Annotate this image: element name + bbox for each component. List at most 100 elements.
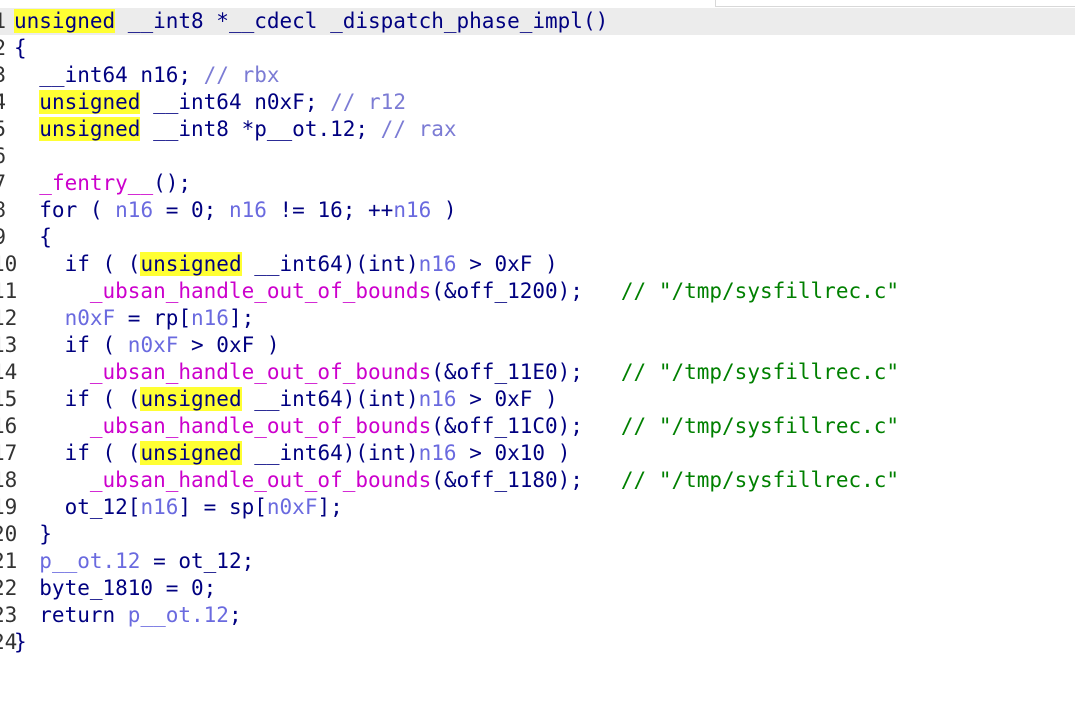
variable: n16 <box>191 306 229 330</box>
code-line[interactable]: 13 if ( n0xF > 0xF ) <box>0 332 1075 359</box>
comment: // r12 <box>330 90 406 114</box>
code-content: byte_1810 = 0; <box>14 575 216 602</box>
code-content: } <box>14 521 52 548</box>
comment: // rbx <box>203 63 280 87</box>
line-number: 23 <box>0 603 18 627</box>
code-content: if ( (unsigned __int64)(int)n16 > 0xF ) <box>14 386 558 413</box>
code-line[interactable]: 3 __int64 n16; // rbx <box>0 62 1075 89</box>
code-text: byte_1810 = 0; <box>14 576 217 600</box>
function-name: _ubsan_handle_out_of_bounds <box>89 279 432 303</box>
code-line[interactable]: 5 unsigned __int8 *p__ot.12; // rax <box>0 116 1075 143</box>
comment: // rax <box>380 117 457 141</box>
code-text: __int64)(int) <box>241 252 419 276</box>
code-content: } <box>14 629 27 656</box>
code-content: _ubsan_handle_out_of_bounds(&off_11E0); … <box>14 359 899 386</box>
code-line[interactable]: 19 ot_12[n16] = sp[n0xF]; <box>0 494 1075 521</box>
line-number: 19 <box>0 495 18 519</box>
line-number: 5 <box>0 116 6 143</box>
code-line[interactable]: 9 { <box>0 224 1075 251</box>
code-content: for ( n16 = 0; n16 != 16; ++n16 ) <box>14 197 456 224</box>
code-text: (&off_11C0); <box>431 414 621 438</box>
code-text: = rp[ <box>115 306 192 330</box>
code-content: if ( n0xF > 0xF ) <box>14 332 280 359</box>
code-line[interactable]: 21 p__ot.12 = ot_12; <box>0 548 1075 575</box>
code-text: > 0xF ) <box>456 252 558 276</box>
string-comment: // "/tmp/sysfillrec.c" <box>620 414 900 438</box>
code-text: (&off_1180); <box>431 468 621 492</box>
variable: n16 <box>228 198 267 222</box>
line-number: 8 <box>0 197 6 224</box>
code-text: { <box>14 225 52 249</box>
keyword-highlight: unsigned <box>140 252 242 276</box>
code-line[interactable]: 16 _ubsan_handle_out_of_bounds(&off_11C0… <box>0 413 1075 440</box>
line-number: 1 <box>0 8 6 35</box>
string-comment: // "/tmp/sysfillrec.c" <box>620 279 900 303</box>
code-content: ot_12[n16] = sp[n0xF]; <box>14 494 343 521</box>
line-number: 12 <box>0 306 18 330</box>
code-text: { <box>14 36 27 60</box>
code-text: __int64 n16; <box>14 63 204 87</box>
code-line[interactable]: 22 byte_1810 = 0; <box>0 575 1075 602</box>
code-content: if ( (unsigned __int64)(int)n16 > 0x10 ) <box>14 440 570 467</box>
code-line[interactable]: 20 } <box>0 521 1075 548</box>
code-content: p__ot.12 = ot_12; <box>14 548 254 575</box>
code-text: (); <box>153 171 192 195</box>
variable: n16 <box>140 495 179 519</box>
line-number: 10 <box>0 252 18 276</box>
code-line[interactable]: 1 unsigned __int8 *__cdecl _dispatch_phas… <box>0 8 1075 35</box>
code-content: { <box>14 35 27 62</box>
code-line[interactable]: 2{ <box>0 35 1075 62</box>
variable: p__ot.12 <box>127 603 229 627</box>
variable: p__ot.12 <box>39 549 141 573</box>
code-content: _ubsan_handle_out_of_bounds(&off_1180); … <box>14 467 899 494</box>
pseudocode-view[interactable]: 1 unsigned __int8 *__cdecl _dispatch_phas… <box>0 8 1075 656</box>
code-text: } <box>14 630 27 654</box>
variable: n16 <box>418 252 457 276</box>
code-text: for ( <box>14 198 116 222</box>
code-line[interactable]: 18 _ubsan_handle_out_of_bounds(&off_1180… <box>0 467 1075 494</box>
line-number: 7 <box>0 170 6 197</box>
code-line[interactable]: 15 if ( (unsigned __int64)(int)n16 > 0xF… <box>0 386 1075 413</box>
code-content: _ubsan_handle_out_of_bounds(&off_11C0); … <box>14 413 899 440</box>
variable: n0xF <box>64 306 116 330</box>
code-text: ] = sp[ <box>178 495 267 519</box>
line-number: 18 <box>0 468 18 492</box>
code-line[interactable]: 6 <box>0 143 1075 170</box>
code-line[interactable]: 24} <box>0 629 1075 656</box>
line-number: 22 <box>0 576 18 600</box>
code-line[interactable]: 14 _ubsan_handle_out_of_bounds(&off_11E0… <box>0 359 1075 386</box>
line-number: 14 <box>0 360 18 384</box>
line-number: 4 <box>0 89 6 116</box>
code-text: (&off_11E0); <box>431 360 621 384</box>
keyword-highlight: unsigned <box>140 387 242 411</box>
keyword-highlight: unsigned <box>39 90 141 114</box>
code-text: if ( ( <box>14 387 141 411</box>
tab-edge <box>715 0 1075 7</box>
code-text: = 0; <box>153 198 229 222</box>
code-line[interactable]: 11 _ubsan_handle_out_of_bounds(&off_1200… <box>0 278 1075 305</box>
variable: n0xF <box>266 495 318 519</box>
code-line[interactable]: 23 return p__ot.12; <box>0 602 1075 629</box>
function-name: _ubsan_handle_out_of_bounds <box>89 468 432 492</box>
variable: n16 <box>115 198 154 222</box>
code-text: return <box>14 603 128 627</box>
code-text: __int8 *__cdecl _dispatch_phase_impl() <box>115 9 609 33</box>
code-line[interactable]: 4 unsigned __int64 n0xF; // r12 <box>0 89 1075 116</box>
code-line[interactable]: 10 if ( (unsigned __int64)(int)n16 > 0xF… <box>0 251 1075 278</box>
code-line[interactable]: 8 for ( n16 = 0; n16 != 16; ++n16 ) <box>0 197 1075 224</box>
code-line[interactable]: 7 _fentry__(); <box>0 170 1075 197</box>
code-text: if ( <box>14 333 128 357</box>
code-text: ; <box>228 603 242 627</box>
code-text: != 16; ++ <box>266 198 394 222</box>
code-line[interactable]: 12 n0xF = rp[n16]; <box>0 305 1075 332</box>
code-line[interactable]: 17 if ( (unsigned __int64)(int)n16 > 0x1… <box>0 440 1075 467</box>
variable: n16 <box>418 387 457 411</box>
code-content: __int64 n16; // rbx <box>14 62 280 89</box>
